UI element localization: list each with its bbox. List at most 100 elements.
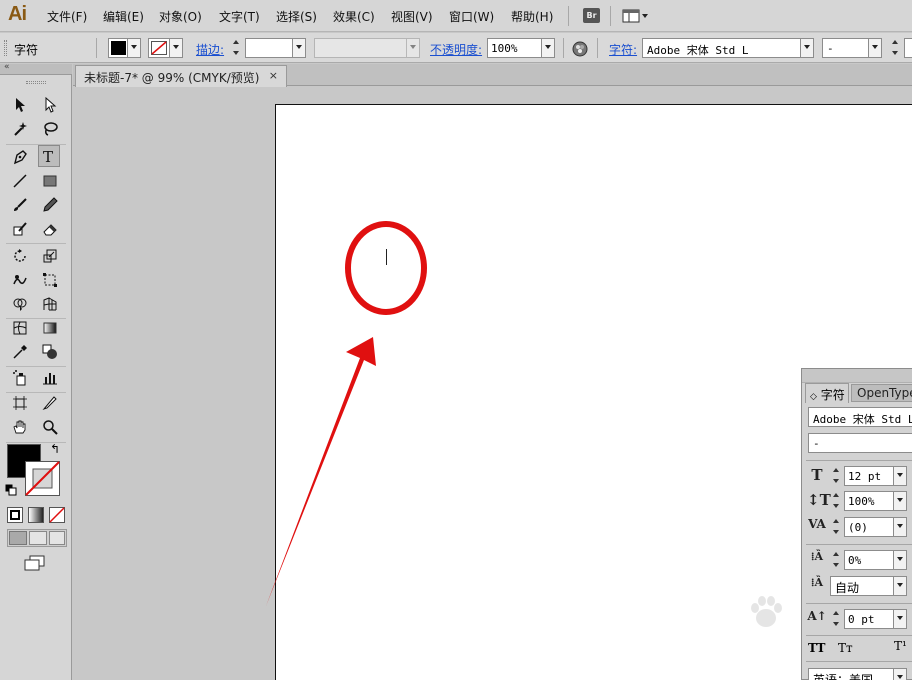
stroke-none-swatch[interactable]	[25, 461, 60, 496]
tracking-stepper[interactable]	[830, 550, 843, 570]
separator	[806, 635, 912, 636]
kerning-field[interactable]: (0)	[844, 517, 907, 537]
menu-object[interactable]: 对象(O)	[159, 8, 202, 25]
magic-wand-tool-icon	[14, 122, 27, 136]
font-size-stepper[interactable]	[830, 466, 843, 486]
grip-handle[interactable]	[4, 40, 7, 56]
type-tool[interactable]: T	[38, 145, 60, 167]
gradient-mode-button[interactable]	[28, 507, 44, 523]
symbol-sprayer-tool[interactable]	[9, 367, 31, 389]
column-graph-tool[interactable]	[39, 367, 61, 389]
selection-tool[interactable]	[9, 94, 31, 116]
tools-grip[interactable]	[26, 81, 46, 84]
mesh-tool[interactable]	[9, 317, 31, 339]
all-caps-icon[interactable]: TT	[808, 641, 825, 655]
stroke-weight-dropdown[interactable]	[245, 38, 306, 58]
line-tool[interactable]	[9, 170, 31, 192]
shape-builder-tool[interactable]	[9, 293, 31, 315]
none-mode-button[interactable]	[49, 507, 65, 523]
blend-tool[interactable]	[39, 341, 61, 363]
gradient-tool[interactable]	[39, 317, 61, 339]
tracking-field[interactable]: 0%	[844, 550, 907, 570]
menu-view[interactable]: 视图(V)	[391, 8, 433, 25]
menu-edit[interactable]: 编辑(E)	[103, 8, 144, 25]
tab-character[interactable]: ◇ 字符	[805, 383, 849, 403]
kerning-icon: VA	[808, 517, 826, 531]
character-label-link[interactable]: 字符:	[609, 41, 637, 58]
language-dropdown[interactable]: 英语：美国	[808, 668, 907, 680]
baseline-shift-field[interactable]: 0 pt	[844, 609, 907, 629]
line-tool-icon	[13, 174, 27, 188]
draw-inside-icon[interactable]	[49, 531, 65, 545]
menu-file[interactable]: 文件(F)	[47, 8, 87, 25]
scale-tool[interactable]	[39, 245, 61, 267]
kerning-stepper[interactable]	[830, 517, 843, 537]
stroke-label-link[interactable]: 描边:	[196, 41, 224, 58]
document-tab[interactable]: 未标题-7* @ 99% (CMYK/预览) ×	[75, 65, 287, 87]
rectangle-tool[interactable]	[39, 170, 61, 192]
tools-panel: « T ↰	[0, 62, 72, 680]
font-style-dropdown[interactable]: -	[822, 38, 882, 58]
fill-color-dropdown[interactable]	[108, 38, 141, 58]
recolor-artwork-icon[interactable]	[572, 41, 588, 57]
stroke-color-dropdown[interactable]	[148, 38, 183, 58]
paintbrush-tool[interactable]	[9, 194, 31, 216]
perspective-grid-tool-icon	[43, 297, 57, 311]
warp-tool[interactable]	[9, 269, 31, 291]
vertical-scale-stepper[interactable]	[830, 491, 843, 511]
artboard-tool[interactable]	[9, 392, 31, 414]
magic-wand-tool[interactable]	[9, 118, 31, 140]
swap-fill-stroke-icon[interactable]: ↰	[50, 442, 60, 456]
opacity-dropdown[interactable]: 100%	[487, 38, 555, 58]
panel-font-style-field[interactable]: -	[808, 433, 912, 453]
menu-help[interactable]: 帮助(H)	[511, 8, 553, 25]
color-mode-button[interactable]	[7, 507, 23, 523]
separator	[597, 38, 598, 58]
menu-window[interactable]: 窗口(W)	[449, 8, 494, 25]
small-caps-icon[interactable]: Tт	[838, 641, 853, 655]
default-fill-stroke-icon[interactable]	[5, 484, 17, 496]
collapse-icon[interactable]: «	[4, 62, 10, 72]
tools-panel-header[interactable]: «	[0, 62, 72, 75]
menu-select[interactable]: 选择(S)	[276, 8, 317, 25]
hand-tool[interactable]	[9, 416, 31, 438]
variable-width-dropdown[interactable]	[314, 38, 420, 58]
opacity-label-link[interactable]: 不透明度:	[430, 41, 482, 58]
font-size-field[interactable]: 12 pt	[844, 466, 907, 486]
panel-menu-icon[interactable]: ◇	[810, 392, 817, 402]
slice-tool[interactable]	[39, 392, 61, 414]
lasso-tool[interactable]	[39, 118, 61, 140]
close-icon[interactable]: ×	[269, 69, 278, 82]
draw-behind-icon[interactable]	[29, 531, 47, 545]
superscript-icon[interactable]: T¹	[894, 639, 907, 653]
font-size-field[interactable]	[904, 38, 912, 58]
font-size-stepper[interactable]	[889, 38, 902, 58]
panel-font-family-field[interactable]: Adobe 宋体 Std L	[808, 407, 912, 427]
zoom-tool[interactable]	[39, 416, 61, 438]
leading-field[interactable]: 自动	[830, 576, 907, 596]
app-logo: Ai	[8, 3, 27, 25]
blob-brush-tool[interactable]	[9, 218, 31, 240]
eraser-tool[interactable]	[39, 218, 61, 240]
draw-normal-icon[interactable]	[9, 531, 27, 545]
bridge-button[interactable]: Br	[583, 8, 600, 23]
perspective-grid-tool[interactable]	[39, 293, 61, 315]
direct-selection-tool[interactable]	[39, 94, 61, 116]
rotate-tool[interactable]	[9, 245, 31, 267]
control-bar: 字符 描边: 不透明度: 100% 字符: Adobe 宋体 Std L -	[0, 33, 912, 63]
baseline-shift-stepper[interactable]	[830, 609, 843, 629]
pen-tool[interactable]	[9, 146, 31, 168]
panel-header[interactable]	[802, 369, 912, 383]
eyedropper-tool[interactable]	[9, 341, 31, 363]
change-screen-mode-icon[interactable]	[24, 555, 46, 571]
gradient-tool-icon	[43, 322, 57, 334]
workspace-switcher-button[interactable]	[622, 9, 650, 23]
menu-effect[interactable]: 效果(C)	[333, 8, 375, 25]
stroke-weight-stepper[interactable]	[230, 38, 243, 58]
menu-type[interactable]: 文字(T)	[219, 8, 260, 25]
free-transform-tool[interactable]	[39, 269, 61, 291]
font-family-dropdown[interactable]: Adobe 宋体 Std L	[642, 38, 814, 58]
pencil-tool[interactable]	[39, 194, 61, 216]
vertical-scale-field[interactable]: 100%	[844, 491, 907, 511]
tab-opentype[interactable]: OpenType	[851, 384, 912, 402]
